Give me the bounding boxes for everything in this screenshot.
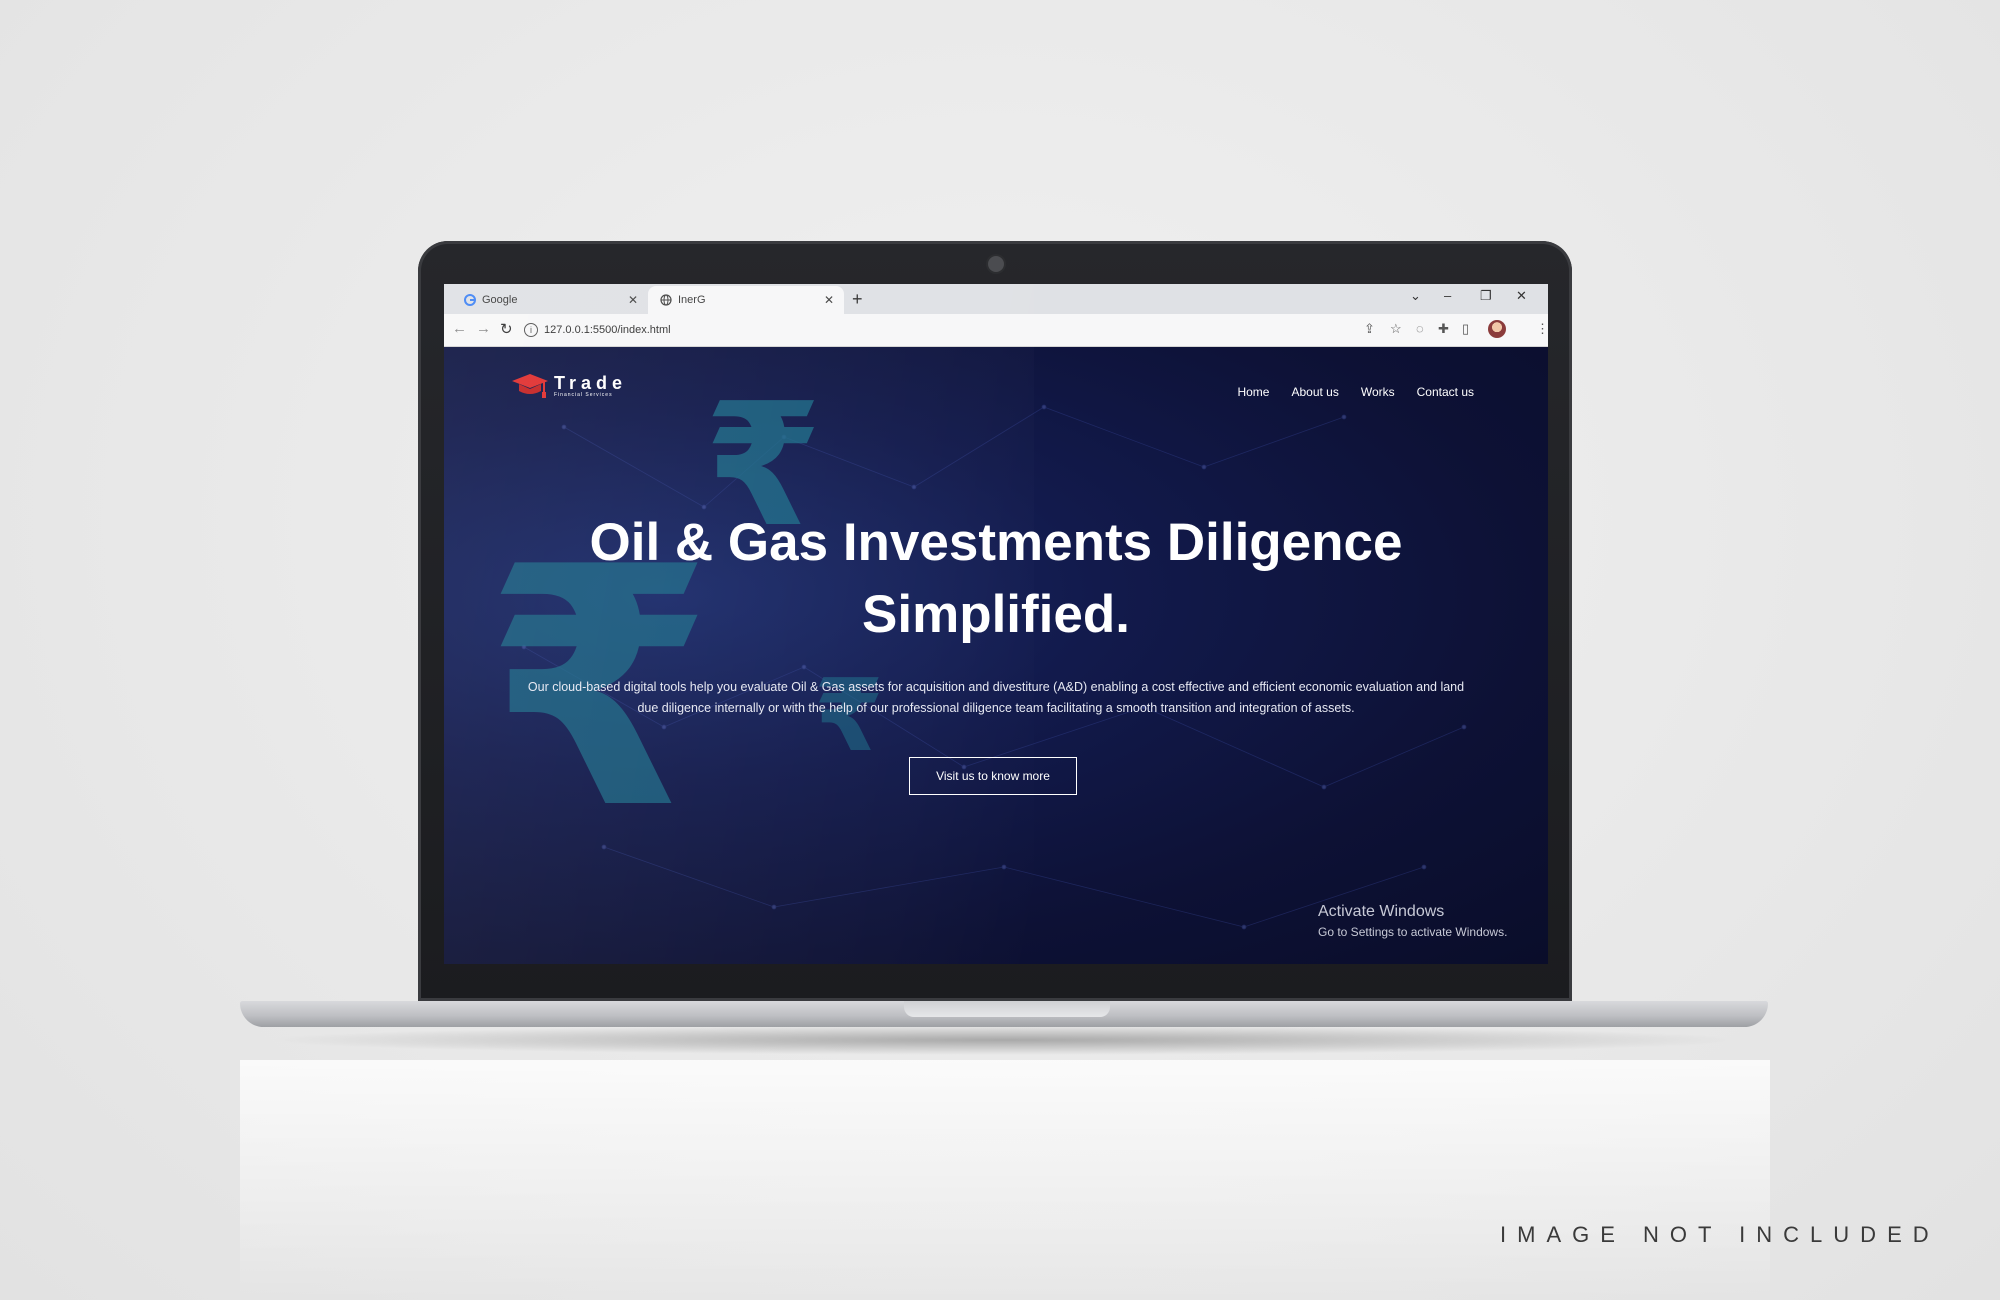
browser-menu-icon[interactable]: ⋮ <box>1536 321 1548 337</box>
floor-reflection <box>240 1060 1770 1300</box>
nav-link-contact-us[interactable]: Contact us <box>1417 385 1474 399</box>
laptop-mockup-scene: Google ✕ InerG ✕ + ⌄ – ❐ ✕ ← → ↻ i 127.0… <box>0 0 2000 1300</box>
hero-title-line-1: Oil & Gas Investments Diligence <box>589 513 1403 572</box>
bookmark-star-icon[interactable]: ☆ <box>1390 321 1402 337</box>
close-tab-icon[interactable]: ✕ <box>628 293 638 307</box>
watermark-subtitle: Go to Settings to activate Windows. <box>1318 925 1508 939</box>
laptop-shadow <box>260 1025 1750 1055</box>
reload-icon[interactable]: ↻ <box>500 320 513 338</box>
browser-tab-bar: Google ✕ InerG ✕ + ⌄ – ❐ ✕ <box>444 284 1548 314</box>
laptop-screen: Google ✕ InerG ✕ + ⌄ – ❐ ✕ ← → ↻ i 127.0… <box>444 284 1548 964</box>
extensions-puzzle-icon[interactable]: ✚ <box>1438 321 1449 337</box>
google-favicon-icon <box>464 294 476 306</box>
webcam <box>988 256 1004 272</box>
restore-icon[interactable]: ❐ <box>1480 288 1492 304</box>
tab-search-chevron-icon[interactable]: ⌄ <box>1410 288 1421 304</box>
globe-icon <box>660 294 672 306</box>
site-info-icon[interactable]: i <box>524 323 538 337</box>
minimize-icon[interactable]: – <box>1444 288 1451 303</box>
main-nav: Home About us Works Contact us <box>1237 385 1474 399</box>
side-panel-icon[interactable]: ▯ <box>1462 321 1469 337</box>
new-tab-button[interactable]: + <box>852 289 863 310</box>
tab-title: Google <box>482 294 518 306</box>
address-bar[interactable]: i 127.0.0.1:5500/index.html <box>524 318 1364 342</box>
extension-status-icon[interactable]: ◌ <box>1416 321 1424 336</box>
tab-google[interactable]: Google ✕ <box>452 286 648 314</box>
close-tab-icon[interactable]: ✕ <box>824 293 834 307</box>
logo-wordmark: Trade <box>554 373 628 393</box>
nav-link-home[interactable]: Home <box>1237 385 1269 399</box>
hero-title: Oil & Gas Investments Diligence Simplifi… <box>444 507 1548 651</box>
watermark-title: Activate Windows <box>1318 903 1445 920</box>
address-url: 127.0.0.1:5500/index.html <box>544 324 671 336</box>
graduation-cap-icon <box>512 374 548 398</box>
share-icon[interactable]: ⇪ <box>1364 321 1375 337</box>
hero-description-line-1: Our cloud-based digital tools help you e… <box>527 680 1465 694</box>
back-icon[interactable]: ← <box>452 320 467 337</box>
activate-windows-watermark: Activate Windows Go to Settings to activ… <box>1318 903 1507 939</box>
mockup-caption: IMAGE NOT INCLUDED <box>1500 1222 1940 1247</box>
site-logo[interactable]: Trade Financial Services <box>510 371 627 401</box>
browser-toolbar: ← → ↻ i 127.0.0.1:5500/index.html ⇪ ☆ ◌ … <box>444 314 1548 347</box>
profile-avatar[interactable] <box>1488 320 1506 338</box>
forward-icon[interactable]: → <box>476 320 491 337</box>
hero-description-line-2: due diligence internally or with the hel… <box>637 701 1355 715</box>
website-hero: ₹ ₹ ₹ Trade Financial Services Home Abou… <box>444 347 1548 964</box>
tab-inerg[interactable]: InerG ✕ <box>648 286 844 314</box>
tab-title: InerG <box>678 294 706 306</box>
hero-title-line-2: Simplified. <box>862 585 1130 644</box>
close-window-icon[interactable]: ✕ <box>1516 288 1527 304</box>
hero-description: Our cloud-based digital tools help you e… <box>506 677 1486 719</box>
nav-link-works[interactable]: Works <box>1361 385 1395 399</box>
visit-us-button[interactable]: Visit us to know more <box>909 757 1077 795</box>
nav-link-about-us[interactable]: About us <box>1291 385 1338 399</box>
laptop-base-notch <box>904 1001 1110 1017</box>
